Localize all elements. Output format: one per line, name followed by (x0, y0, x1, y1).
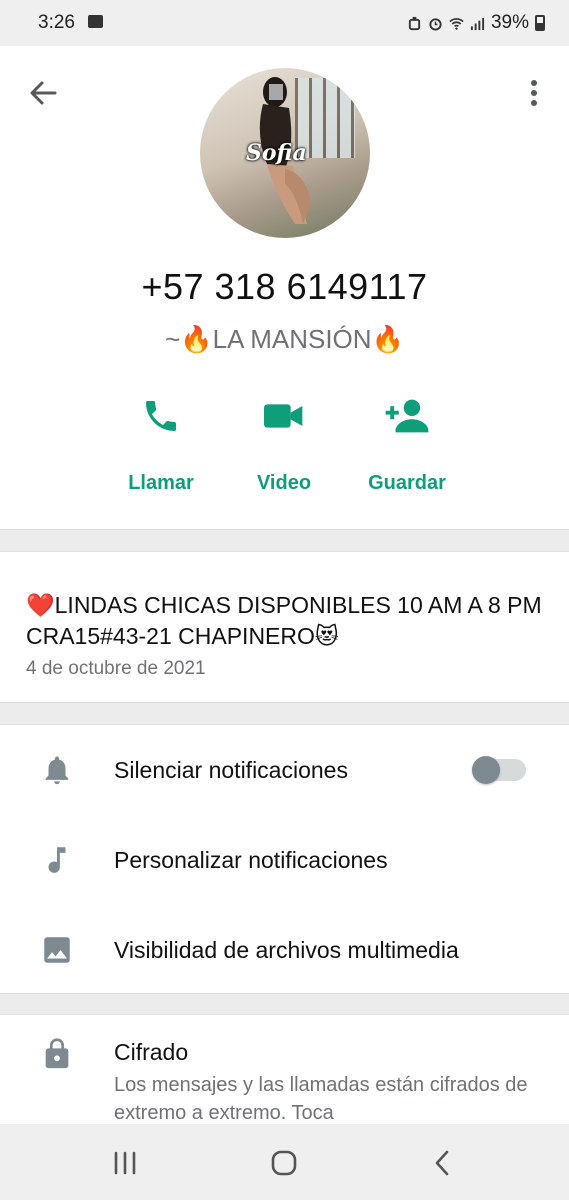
system-nav-bar (0, 1124, 569, 1200)
more-vert-icon[interactable] (522, 76, 546, 110)
media-visibility-label: Visibilidad de archivos multimedia (114, 937, 459, 963)
wifi-icon (449, 17, 464, 30)
save-contact-button[interactable]: Guardar (352, 396, 462, 495)
person-add-icon (385, 399, 429, 433)
videocam-icon (264, 404, 303, 428)
alarm-shield-icon (408, 16, 421, 30)
notification-settings: Silenciar notificaciones Personalizar no… (0, 724, 569, 994)
status-icons: 39% (407, 12, 545, 34)
contact-phone-number: +57 318 6149117 (141, 266, 428, 307)
battery-icon (535, 15, 545, 31)
media-visibility-row[interactable]: Visibilidad de archivos multimedia (0, 905, 569, 995)
about-text: ❤️LINDAS CHICAS DISPONIBLES 10 AM A 8 PM… (26, 592, 542, 649)
recent-apps-icon[interactable] (110, 1148, 140, 1178)
mute-toggle[interactable] (472, 756, 526, 784)
call-button[interactable]: Llamar (106, 396, 216, 495)
status-time: 3:26 (38, 12, 75, 33)
alarm-icon (429, 17, 442, 31)
image-icon (44, 937, 70, 963)
custom-notifications-label: Personalizar notificaciones (114, 847, 388, 873)
encryption-description: Los mensajes y las llamadas están cifrad… (114, 1074, 528, 1124)
encryption-title: Cifrado (114, 1039, 189, 1065)
about-date: 4 de octubre de 2021 (26, 658, 206, 679)
video-button[interactable]: Video (229, 396, 339, 495)
contact-display-name: ~🔥LA MANSIÓN🔥 (165, 324, 404, 354)
status-bar: 3:26 39% (0, 0, 569, 46)
call-label: Llamar (128, 472, 194, 494)
battery-percent: 39% (490, 12, 529, 33)
avatar-signature: Sofia (246, 140, 307, 166)
toggle-knob (472, 756, 500, 784)
save-label: Guardar (368, 472, 446, 494)
contact-header: Sofia +57 318 6149117 ~🔥LA MANSIÓN🔥 Llam… (0, 46, 569, 530)
arrow-back-icon[interactable] (26, 76, 60, 110)
profile-avatar[interactable]: Sofia (200, 68, 370, 238)
custom-notifications-row[interactable]: Personalizar notificaciones (0, 815, 569, 905)
about-section: ❤️LINDAS CHICAS DISPONIBLES 10 AM A 8 PM… (0, 551, 569, 703)
mute-notifications-row[interactable]: Silenciar notificaciones (0, 725, 569, 815)
lock-icon (45, 1038, 69, 1069)
video-label: Video (256, 472, 312, 494)
music-note-icon (48, 847, 66, 873)
encryption-row[interactable]: Cifrado Los mensajes y las llamadas está… (0, 1014, 569, 1124)
bell-icon (45, 756, 69, 785)
home-icon[interactable] (269, 1148, 299, 1178)
mute-notifications-label: Silenciar notificaciones (114, 757, 348, 783)
phone-icon (146, 401, 176, 431)
signal-icon (470, 17, 485, 30)
gallery-icon (88, 15, 103, 28)
nav-back-icon[interactable] (428, 1148, 458, 1178)
